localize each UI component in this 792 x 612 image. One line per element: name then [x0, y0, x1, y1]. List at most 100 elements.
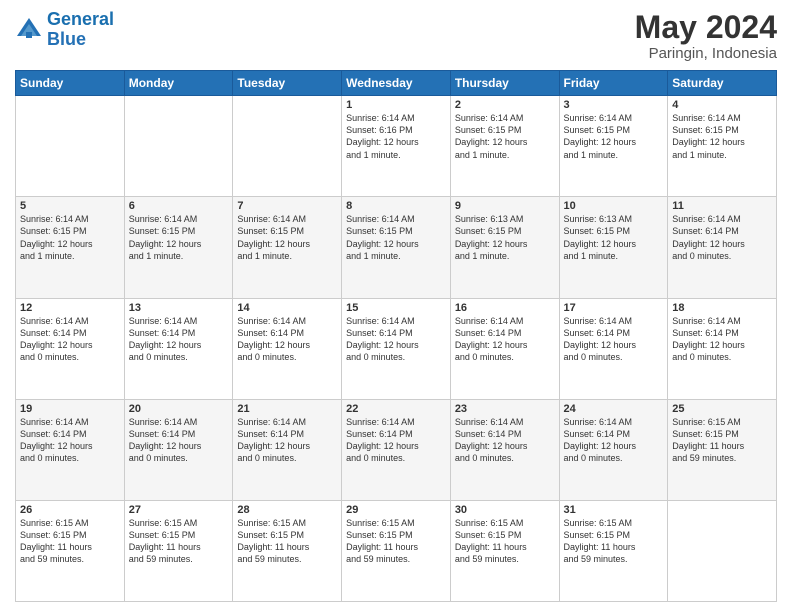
day-info: Sunrise: 6:14 AM Sunset: 6:15 PM Dayligh… — [455, 112, 555, 161]
day-number: 27 — [129, 504, 229, 516]
calendar-day-cell — [124, 96, 233, 197]
day-number: 8 — [346, 200, 446, 212]
logo-icon — [15, 16, 43, 44]
calendar-day-cell: 31Sunrise: 6:15 AM Sunset: 6:15 PM Dayli… — [559, 500, 668, 601]
day-number: 20 — [129, 403, 229, 415]
calendar-day-cell: 20Sunrise: 6:14 AM Sunset: 6:14 PM Dayli… — [124, 399, 233, 500]
calendar-day-cell: 9Sunrise: 6:13 AM Sunset: 6:15 PM Daylig… — [450, 197, 559, 298]
day-info: Sunrise: 6:14 AM Sunset: 6:14 PM Dayligh… — [564, 416, 664, 465]
calendar-day-cell — [16, 96, 125, 197]
day-info: Sunrise: 6:15 AM Sunset: 6:15 PM Dayligh… — [237, 517, 337, 566]
header: General Blue May 2024 Paringin, Indonesi… — [15, 10, 777, 62]
calendar-day-cell: 17Sunrise: 6:14 AM Sunset: 6:14 PM Dayli… — [559, 298, 668, 399]
day-number: 21 — [237, 403, 337, 415]
calendar-day-cell: 11Sunrise: 6:14 AM Sunset: 6:14 PM Dayli… — [668, 197, 777, 298]
day-info: Sunrise: 6:14 AM Sunset: 6:14 PM Dayligh… — [129, 416, 229, 465]
weekday-header-cell: Thursday — [450, 71, 559, 96]
day-info: Sunrise: 6:14 AM Sunset: 6:14 PM Dayligh… — [237, 315, 337, 364]
day-number: 7 — [237, 200, 337, 212]
logo-text: General Blue — [47, 10, 114, 50]
day-number: 26 — [20, 504, 120, 516]
day-info: Sunrise: 6:14 AM Sunset: 6:15 PM Dayligh… — [672, 112, 772, 161]
calendar-day-cell: 10Sunrise: 6:13 AM Sunset: 6:15 PM Dayli… — [559, 197, 668, 298]
calendar-day-cell: 16Sunrise: 6:14 AM Sunset: 6:14 PM Dayli… — [450, 298, 559, 399]
weekday-header-cell: Monday — [124, 71, 233, 96]
day-info: Sunrise: 6:14 AM Sunset: 6:14 PM Dayligh… — [455, 416, 555, 465]
weekday-header-cell: Sunday — [16, 71, 125, 96]
day-info: Sunrise: 6:15 AM Sunset: 6:15 PM Dayligh… — [129, 517, 229, 566]
day-number: 24 — [564, 403, 664, 415]
day-number: 28 — [237, 504, 337, 516]
logo: General Blue — [15, 10, 114, 50]
calendar-day-cell: 23Sunrise: 6:14 AM Sunset: 6:14 PM Dayli… — [450, 399, 559, 500]
calendar-week-row: 5 Sunrise: 6:14 AM Sunset: 6:15 PM Daylig… — [16, 197, 777, 298]
location: Paringin, Indonesia — [635, 45, 777, 62]
day-info: Sunrise: 6:15 AM Sunset: 6:15 PM Dayligh… — [672, 416, 772, 465]
calendar-day-cell: 29Sunrise: 6:15 AM Sunset: 6:15 PM Dayli… — [342, 500, 451, 601]
calendar-week-row: 12Sunrise: 6:14 AM Sunset: 6:14 PM Dayli… — [16, 298, 777, 399]
calendar-day-cell: 22Sunrise: 6:14 AM Sunset: 6:14 PM Dayli… — [342, 399, 451, 500]
day-info: Sunrise: 6:14 AM Sunset: 6:15 PM Dayligh… — [564, 112, 664, 161]
day-number: 1 — [346, 99, 446, 111]
day-number: 5 — [20, 200, 120, 212]
calendar-day-cell: 26Sunrise: 6:15 AM Sunset: 6:15 PM Dayli… — [16, 500, 125, 601]
day-info: Sunrise: 6:14 AM Sunset: 6:15 PM Dayligh… — [346, 213, 446, 262]
day-info: Sunrise: 6:13 AM Sunset: 6:15 PM Dayligh… — [455, 213, 555, 262]
day-info: Sunrise: 6:14 AM Sunset: 6:14 PM Dayligh… — [672, 213, 772, 262]
calendar-week-row: 26Sunrise: 6:15 AM Sunset: 6:15 PM Dayli… — [16, 500, 777, 601]
day-number: 9 — [455, 200, 555, 212]
calendar-day-cell: 5Sunrise: 6:14 AM Sunset: 6:15 PM Daylig… — [16, 197, 125, 298]
day-info: Sunrise: 6:14 AM Sunset: 6:14 PM Dayligh… — [672, 315, 772, 364]
calendar-day-cell: 28Sunrise: 6:15 AM Sunset: 6:15 PM Dayli… — [233, 500, 342, 601]
logo-general: General — [47, 9, 114, 29]
calendar-day-cell: 12Sunrise: 6:14 AM Sunset: 6:14 PM Dayli… — [16, 298, 125, 399]
day-number: 6 — [129, 200, 229, 212]
title-block: May 2024 Paringin, Indonesia — [635, 10, 777, 62]
day-number: 18 — [672, 302, 772, 314]
calendar-day-cell: 15Sunrise: 6:14 AM Sunset: 6:14 PM Dayli… — [342, 298, 451, 399]
calendar-day-cell: 24Sunrise: 6:14 AM Sunset: 6:14 PM Dayli… — [559, 399, 668, 500]
calendar-table: SundayMondayTuesdayWednesdayThursdayFrid… — [15, 70, 777, 602]
day-info: Sunrise: 6:14 AM Sunset: 6:14 PM Dayligh… — [237, 416, 337, 465]
day-number: 14 — [237, 302, 337, 314]
calendar-day-cell: 1Sunrise: 6:14 AM Sunset: 6:16 PM Daylig… — [342, 96, 451, 197]
month-title: May 2024 — [635, 10, 777, 45]
day-info: Sunrise: 6:14 AM Sunset: 6:15 PM Dayligh… — [129, 213, 229, 262]
day-info: Sunrise: 6:15 AM Sunset: 6:15 PM Dayligh… — [346, 517, 446, 566]
calendar-week-row: 1Sunrise: 6:14 AM Sunset: 6:16 PM Daylig… — [16, 96, 777, 197]
day-number: 19 — [20, 403, 120, 415]
day-number: 29 — [346, 504, 446, 516]
calendar-day-cell: 19Sunrise: 6:14 AM Sunset: 6:14 PM Dayli… — [16, 399, 125, 500]
day-number: 23 — [455, 403, 555, 415]
day-number: 22 — [346, 403, 446, 415]
calendar-week-row: 19Sunrise: 6:14 AM Sunset: 6:14 PM Dayli… — [16, 399, 777, 500]
day-info: Sunrise: 6:15 AM Sunset: 6:15 PM Dayligh… — [20, 517, 120, 566]
calendar-day-cell: 27Sunrise: 6:15 AM Sunset: 6:15 PM Dayli… — [124, 500, 233, 601]
day-number: 13 — [129, 302, 229, 314]
day-info: Sunrise: 6:14 AM Sunset: 6:14 PM Dayligh… — [20, 416, 120, 465]
calendar-day-cell: 7Sunrise: 6:14 AM Sunset: 6:15 PM Daylig… — [233, 197, 342, 298]
calendar-day-cell: 14Sunrise: 6:14 AM Sunset: 6:14 PM Dayli… — [233, 298, 342, 399]
logo-blue: Blue — [47, 29, 86, 49]
calendar-day-cell: 13Sunrise: 6:14 AM Sunset: 6:14 PM Dayli… — [124, 298, 233, 399]
day-info: Sunrise: 6:14 AM Sunset: 6:16 PM Dayligh… — [346, 112, 446, 161]
day-number: 30 — [455, 504, 555, 516]
day-info: Sunrise: 6:15 AM Sunset: 6:15 PM Dayligh… — [564, 517, 664, 566]
calendar-day-cell: 6Sunrise: 6:14 AM Sunset: 6:15 PM Daylig… — [124, 197, 233, 298]
weekday-header-cell: Friday — [559, 71, 668, 96]
day-number: 17 — [564, 302, 664, 314]
calendar-day-cell: 4Sunrise: 6:14 AM Sunset: 6:15 PM Daylig… — [668, 96, 777, 197]
day-info: Sunrise: 6:15 AM Sunset: 6:15 PM Dayligh… — [455, 517, 555, 566]
day-number: 25 — [672, 403, 772, 415]
day-info: Sunrise: 6:14 AM Sunset: 6:14 PM Dayligh… — [455, 315, 555, 364]
day-info: Sunrise: 6:14 AM Sunset: 6:14 PM Dayligh… — [20, 315, 120, 364]
weekday-header-cell: Saturday — [668, 71, 777, 96]
weekday-header-cell: Tuesday — [233, 71, 342, 96]
calendar-body: 1Sunrise: 6:14 AM Sunset: 6:16 PM Daylig… — [16, 96, 777, 602]
calendar-day-cell: 2Sunrise: 6:14 AM Sunset: 6:15 PM Daylig… — [450, 96, 559, 197]
calendar-day-cell: 30Sunrise: 6:15 AM Sunset: 6:15 PM Dayli… — [450, 500, 559, 601]
day-number: 11 — [672, 200, 772, 212]
calendar-day-cell — [668, 500, 777, 601]
weekday-header-cell: Wednesday — [342, 71, 451, 96]
day-number: 4 — [672, 99, 772, 111]
